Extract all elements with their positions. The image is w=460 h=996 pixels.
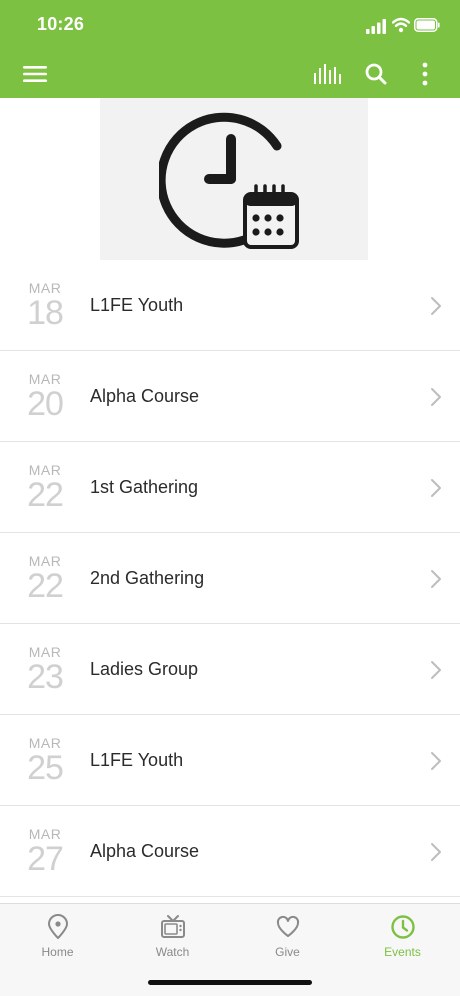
event-title: L1FE Youth bbox=[90, 295, 184, 315]
status-time: 10:26 bbox=[37, 14, 85, 34]
clock-calendar-icon bbox=[159, 112, 299, 249]
tab-label: Events bbox=[384, 945, 421, 959]
more-options-button[interactable] bbox=[407, 58, 443, 90]
chevron-right-icon bbox=[431, 661, 441, 679]
app-header: 10:26 bbox=[0, 0, 460, 98]
tab-give[interactable]: Give bbox=[230, 904, 345, 964]
tv-icon bbox=[161, 915, 185, 938]
chevron-right-icon bbox=[431, 479, 441, 497]
chevron-right-icon bbox=[431, 297, 441, 315]
clock-icon bbox=[391, 915, 415, 939]
event-day: 22 bbox=[27, 567, 64, 605]
event-day: 25 bbox=[27, 749, 64, 787]
event-row[interactable]: MAR 22 1st Gathering bbox=[0, 442, 460, 533]
menu-button[interactable] bbox=[17, 58, 53, 90]
event-day: 27 bbox=[27, 840, 64, 878]
event-title: Alpha Course bbox=[90, 841, 200, 861]
tab-label: Watch bbox=[155, 945, 190, 959]
tab-home[interactable]: Home bbox=[0, 904, 115, 964]
event-day: 22 bbox=[27, 476, 64, 514]
battery-icon bbox=[414, 18, 440, 32]
tab-label: Give bbox=[275, 945, 300, 959]
event-row[interactable]: MAR 27 Alpha Course bbox=[0, 806, 460, 897]
tab-label: Home bbox=[41, 945, 74, 959]
event-title: 1st Gathering bbox=[90, 477, 199, 497]
event-row[interactable]: MAR 25 L1FE Youth bbox=[0, 715, 460, 806]
tab-events[interactable]: Events bbox=[345, 904, 460, 964]
chevron-right-icon bbox=[431, 843, 441, 861]
event-title: 2nd Gathering bbox=[90, 568, 205, 588]
event-row[interactable]: MAR 23 Ladies Group bbox=[0, 624, 460, 715]
chevron-right-icon bbox=[431, 570, 441, 588]
event-title: Alpha Course bbox=[90, 386, 200, 406]
event-row[interactable]: MAR 20 Alpha Course bbox=[0, 351, 460, 442]
wifi-icon bbox=[392, 17, 410, 33]
home-indicator bbox=[148, 980, 312, 985]
audio-bars-icon bbox=[314, 64, 341, 84]
search-icon bbox=[365, 63, 387, 85]
more-vertical-icon bbox=[422, 62, 428, 86]
map-pin-icon bbox=[48, 914, 68, 939]
event-day: 23 bbox=[27, 658, 64, 696]
event-title: L1FE Youth bbox=[90, 750, 184, 770]
event-row[interactable]: MAR 18 L1FE Youth bbox=[0, 260, 460, 351]
audio-button[interactable] bbox=[309, 58, 345, 90]
hero-image bbox=[100, 98, 368, 260]
event-list: MAR 18 L1FE Youth MAR 20 Alpha Course MA… bbox=[0, 260, 460, 897]
signal-icon bbox=[366, 19, 386, 34]
search-button[interactable] bbox=[358, 58, 394, 90]
event-day: 18 bbox=[27, 294, 64, 332]
event-row[interactable]: MAR 22 2nd Gathering bbox=[0, 533, 460, 624]
menu-icon bbox=[23, 66, 47, 82]
chevron-right-icon bbox=[431, 388, 441, 406]
event-title: Ladies Group bbox=[90, 659, 199, 679]
chevron-right-icon bbox=[431, 752, 441, 770]
heart-icon bbox=[276, 915, 300, 937]
tab-watch[interactable]: Watch bbox=[115, 904, 230, 964]
event-day: 20 bbox=[27, 385, 64, 423]
